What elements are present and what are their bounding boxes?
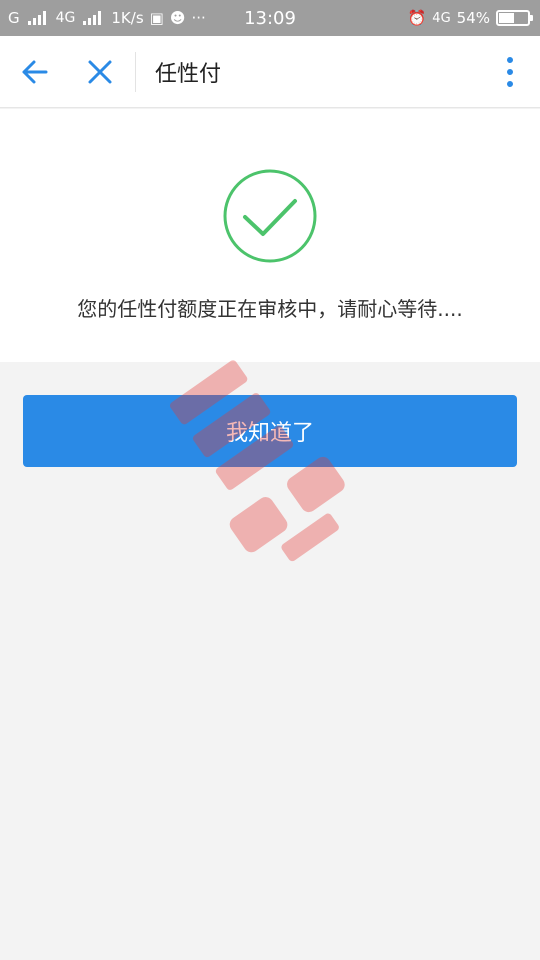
close-button[interactable] xyxy=(82,54,118,90)
watermark-logo xyxy=(170,360,345,562)
battery-percent: 54% xyxy=(456,9,490,27)
back-button[interactable] xyxy=(16,54,56,90)
status-message: 您的任性付额度正在审核中，请耐心等待.... xyxy=(77,297,463,321)
alarm-icon: ⏰ xyxy=(407,9,427,27)
check-circle-icon xyxy=(223,169,317,263)
close-icon xyxy=(88,60,112,84)
network-type: 4G xyxy=(432,10,451,26)
got-it-button[interactable]: 我知道了 xyxy=(23,395,517,467)
status-bar: G 4G 1K/s ▣ ☻ ··· 13:09 ⏰ 4G 54% xyxy=(0,0,540,36)
nav-bar: 任性付 xyxy=(0,36,540,108)
more-menu-button[interactable] xyxy=(500,54,520,90)
status-right: ⏰ 4G 54% xyxy=(407,0,533,36)
nav-divider xyxy=(135,52,136,92)
battery-icon xyxy=(496,10,533,26)
result-card: 您的任性付额度正在审核中，请耐心等待.... xyxy=(0,109,540,362)
more-vertical-icon xyxy=(507,57,513,87)
battery-fill xyxy=(499,13,515,23)
arrow-left-icon xyxy=(22,60,48,84)
page-title: 任性付 xyxy=(155,62,222,87)
